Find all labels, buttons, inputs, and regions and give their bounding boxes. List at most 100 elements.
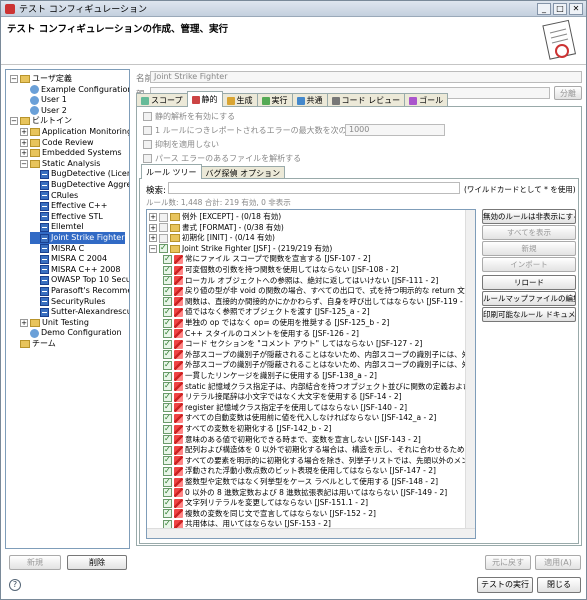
rule-checkbox[interactable]	[159, 223, 168, 233]
rule-list[interactable]: ビットフィールドは、unsigned int 型または signed int 型…	[146, 209, 476, 539]
parse-errors-option[interactable]: パース エラーのあるファイルを解析する	[143, 153, 301, 164]
tab-generate[interactable]: 生成	[221, 93, 258, 107]
expand-icon[interactable]: +	[20, 138, 28, 147]
rule-item[interactable]: 0 以外の 8 進数定数および 8 進数拡張表記は用いてはならない [JSF-1…	[147, 487, 467, 499]
rule-item[interactable]: リテラル接尾辞は小文字ではなく大文字を使用する [JSF-14 - 2]	[147, 391, 467, 403]
rule-item[interactable]: register 記憶域クラス指定子を使用してはならない [JSF-140 - …	[147, 402, 467, 414]
tree-item[interactable]: チーム	[10, 338, 56, 350]
rule-item[interactable]: 配列および構造体を 0 以外で初期化する場合は、構造を示し、それに合わせるために…	[147, 444, 467, 456]
rule-item[interactable]: 関数は、直接的か間接的かにかかわらず、自身を呼び出してはならない [JSF-11…	[147, 296, 467, 308]
rule-checkbox[interactable]	[159, 233, 168, 243]
side-button[interactable]: 無効のルールは非表示にする	[482, 209, 576, 224]
maximize-button[interactable]: □	[553, 3, 567, 15]
rule-item[interactable]: 可変個数の引数を持つ関数を使用してはならない [JSF-108 - 2]	[147, 264, 467, 276]
rule-checkbox[interactable]	[163, 328, 172, 339]
minimize-button[interactable]: _	[537, 3, 551, 15]
rule-checkbox[interactable]	[163, 381, 172, 392]
rule-item[interactable]: すべての変数を初期化する [JSF-142_b - 2]	[147, 423, 467, 435]
rule-item[interactable]: 外部スコープの識別子が隠蔽されることはないため、内部スコープの識別子には、外部ス…	[147, 359, 467, 371]
rule-item[interactable]: 整数型や定数ではなく列挙型をケース ラベルとして使用する [JSF-148 - …	[147, 476, 467, 488]
expand-icon[interactable]: +	[20, 128, 28, 136]
rule-checkbox[interactable]	[163, 286, 172, 296]
collapse-icon[interactable]: −	[20, 159, 28, 168]
rule-checkbox[interactable]	[163, 508, 172, 519]
rule-checkbox[interactable]	[163, 466, 172, 476]
rule-item[interactable]: コード セクションを "コメント アウト" してはならない [JSF-127 -…	[147, 338, 467, 350]
rule-item[interactable]: すべての要素を明示的に初期化する場合を除き、列挙子リストでは、先頭以外のメンバを…	[147, 455, 467, 467]
config-tree[interactable]: − ユーザ定義 Example Configuration User 1 User 2−…	[5, 69, 130, 549]
restore-button[interactable]: 元に戻す	[485, 555, 531, 570]
rule-checkbox[interactable]	[163, 413, 172, 423]
rule-checkbox[interactable]	[163, 371, 172, 381]
rule-item[interactable]: C++ スタイルのコメントを使用する [JSF-126 - 2]	[147, 328, 467, 340]
rule-item[interactable]: 意味のある値で初期化できる時まで、変数を宣言しない [JSF-143 - 2]	[147, 434, 467, 446]
rule-checkbox[interactable]	[163, 265, 172, 275]
side-button[interactable]: 印刷可能なルール ドキュメント	[482, 307, 576, 322]
enable-static-checkbox[interactable]	[143, 112, 152, 121]
rule-group[interactable]: + 初期化 [INIT] - (0/14 有効)	[147, 232, 467, 244]
side-button[interactable]: すべてを表示	[482, 225, 576, 240]
rule-checkbox[interactable]	[163, 434, 172, 445]
rule-item[interactable]: すべての自動変数は使用前に値を代入しなければならない [JSF-142_a - …	[147, 412, 467, 424]
rule-checkbox[interactable]	[163, 424, 172, 434]
tab-scope[interactable]: スコープ	[136, 93, 188, 107]
rule-checkbox[interactable]	[163, 296, 172, 307]
split-button[interactable]: 分離	[554, 86, 582, 100]
delete-config-button[interactable]: 削除	[67, 555, 127, 570]
suppress-checkbox[interactable]	[143, 140, 152, 149]
expand-icon[interactable]: +	[149, 234, 157, 243]
rule-checkbox[interactable]	[163, 487, 172, 498]
help-icon[interactable]: ?	[9, 579, 21, 591]
rule-group[interactable]: − Joint Strike Fighter [JSF] - (219/219 有…	[147, 243, 467, 255]
rule-checkbox[interactable]	[163, 498, 172, 508]
expand-icon[interactable]: +	[20, 318, 28, 327]
rule-item[interactable]: 値ではなく参照でオブジェクトを渡す [JSF-125_a - 2]	[147, 306, 467, 318]
rule-checkbox[interactable]	[163, 392, 172, 402]
rule-item[interactable]: 一貫したリンケージを識別子に使用する [JSF-138_a - 2]	[147, 370, 467, 382]
rule-item[interactable]: 外部スコープの識別子が隠蔽されることはないため、内部スコープの識別子には、外部ス…	[147, 349, 467, 361]
limit-field[interactable]: 1000	[345, 124, 445, 136]
rule-checkbox[interactable]	[159, 212, 168, 222]
side-button[interactable]: インポート	[482, 257, 576, 272]
new-config-button[interactable]: 新規	[9, 555, 61, 570]
rule-checkbox[interactable]	[163, 445, 172, 455]
collapse-icon[interactable]: −	[10, 117, 18, 126]
side-button[interactable]: リロード	[482, 275, 576, 290]
tab-execute[interactable]: 実行	[256, 93, 293, 107]
name-field[interactable]: Joint Strike Fighter	[150, 71, 582, 83]
tab-code-review[interactable]: コード レビュー	[326, 93, 406, 107]
apply-button[interactable]: 適用(A)	[535, 555, 581, 570]
side-button[interactable]: ルールマップファイルの編集	[482, 291, 576, 306]
tab-rule-tree[interactable]: ルール ツリー	[141, 164, 202, 179]
enable-static-option[interactable]: 静的解析を有効にする	[143, 111, 235, 122]
close-window-button[interactable]: ✕	[569, 3, 583, 15]
rule-item[interactable]: 複数の変数を同じ文で宣言してはならない [JSF-152 - 2]	[147, 508, 467, 520]
run-tests-button[interactable]: テストの実行	[477, 577, 533, 593]
rule-checkbox[interactable]	[159, 243, 168, 254]
rule-checkbox[interactable]	[163, 275, 172, 286]
rule-checkbox[interactable]	[163, 455, 172, 466]
rule-group[interactable]: + 書式 [FORMAT] - (0/38 有効)	[147, 222, 467, 234]
rule-checkbox[interactable]	[163, 339, 172, 349]
tab-goal[interactable]: ゴール	[404, 93, 449, 107]
collapse-icon[interactable]: −	[10, 75, 18, 83]
rule-checkbox[interactable]	[163, 254, 172, 264]
tab-static[interactable]: 静的	[186, 91, 223, 107]
rule-checkbox[interactable]	[163, 349, 172, 360]
vertical-scrollbar[interactable]	[465, 210, 475, 538]
rule-group[interactable]: + 例外 [EXCEPT] - (0/18 有効)	[147, 211, 467, 223]
collapse-icon[interactable]: −	[149, 244, 157, 253]
rule-item[interactable]: static 記憶域クラス指定子は、内部結合を持つオブジェクト並びに関数の定義お…	[147, 381, 467, 393]
rule-item[interactable]: 単独の op ではなく op= の使用を推奨する [JSF-125_b - 2]	[147, 317, 467, 329]
rule-item[interactable]: 文字列リテラルを変更してはならない [JSF-151.1 - 2]	[147, 497, 467, 509]
rule-item[interactable]: 常にファイル スコープで関数を宣言する [JSF-107 - 2]	[147, 253, 467, 265]
suppress-option[interactable]: 抑制を適用しない	[143, 139, 219, 150]
expand-icon[interactable]: +	[149, 213, 157, 221]
tab-common[interactable]: 共通	[291, 93, 328, 107]
side-button[interactable]: 新規	[482, 241, 576, 256]
expand-icon[interactable]: +	[149, 223, 157, 232]
rule-item[interactable]: 浮動された浮動小数点数のビット表現を使用してはならない [JSF-147 - 2…	[147, 465, 467, 477]
rule-checkbox[interactable]	[163, 307, 172, 317]
rule-checkbox[interactable]	[163, 318, 172, 328]
rule-item[interactable]: ローカル オブジェクトへの参照は、絶対に返してはいけない [JSF-111 - …	[147, 275, 467, 287]
